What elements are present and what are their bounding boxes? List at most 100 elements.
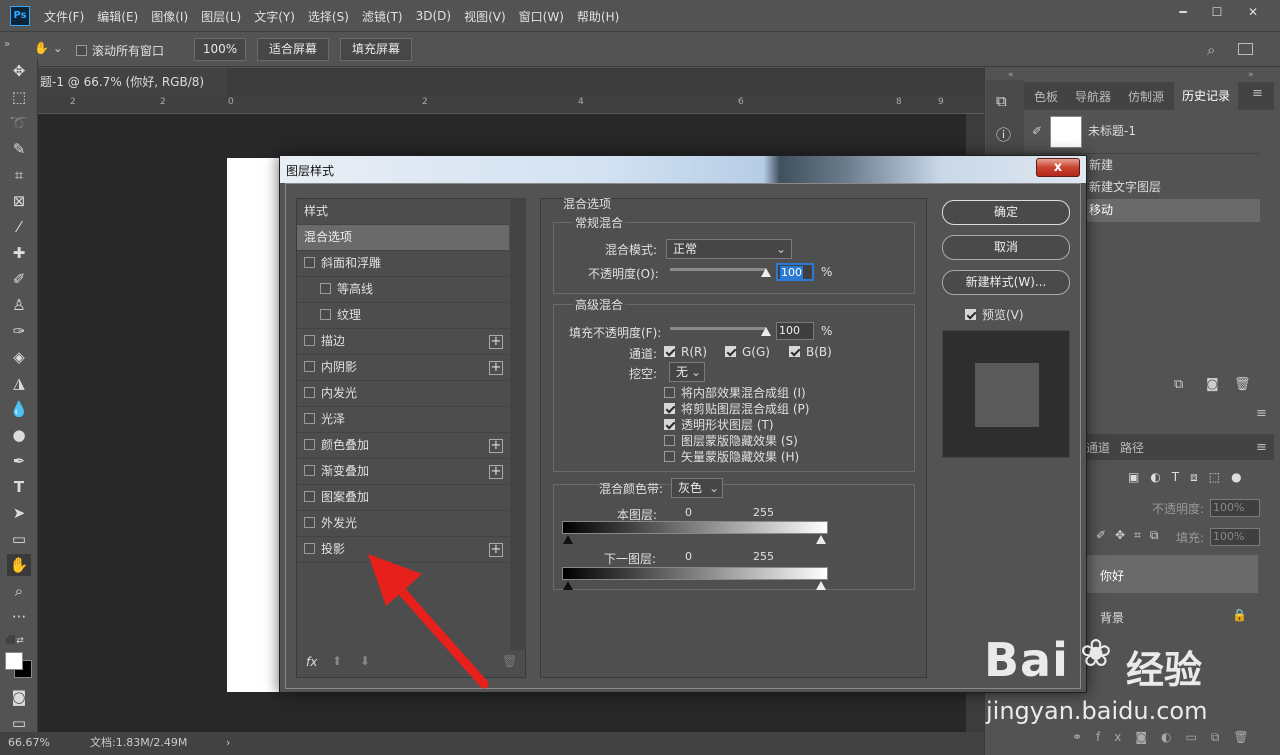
delete-state-icon[interactable]: 🗑 (1234, 377, 1251, 392)
style-item[interactable]: 混合选项 (297, 225, 509, 251)
history-brush-source-icon[interactable]: ✐ (1032, 124, 1042, 138)
fit-screen-button[interactable]: 适合屏幕 (257, 38, 329, 61)
style-item[interactable]: 描边 + (297, 329, 509, 355)
snapshot-camera-icon[interactable]: ◙ (1206, 377, 1219, 392)
history-brush-icon[interactable]: ✑ (7, 320, 31, 342)
zoom-100-button[interactable]: 100% (194, 38, 246, 61)
panel-menu-icon[interactable]: ≡ (1252, 86, 1263, 101)
stamp-tool-icon[interactable]: ♙ (7, 294, 31, 316)
hand-tool-preset-icon[interactable]: ✋ ⌄ (34, 41, 63, 55)
tab-navigator[interactable]: 导航器 (1075, 88, 1111, 105)
frame-tool-icon[interactable]: ⊠ (7, 190, 31, 212)
add-effect-icon[interactable]: + (489, 335, 503, 349)
fill-screen-button[interactable]: 填充屏幕 (340, 38, 412, 61)
style-list-scrollbar[interactable] (510, 198, 526, 650)
style-item-checkbox[interactable] (304, 387, 315, 398)
3d-panel-icon[interactable]: ⧉ (996, 92, 1007, 110)
expand-panels-icon[interactable]: » (1248, 70, 1254, 80)
quick-select-tool-icon[interactable]: ✎ (7, 138, 31, 160)
style-item[interactable]: 渐变叠加 + (297, 459, 509, 485)
brush-tool-icon[interactable]: ✐ (7, 268, 31, 290)
layer-fill-input[interactable]: 100% (1210, 528, 1260, 546)
fill-opacity-slider-thumb[interactable] (761, 327, 771, 336)
move-tool-icon[interactable]: ✥ (7, 60, 31, 82)
style-item[interactable]: 外发光 (297, 511, 509, 537)
healing-brush-icon[interactable]: ✚ (7, 242, 31, 264)
swap-colors-icon[interactable]: ⬛⇄ (5, 636, 24, 646)
dodge-tool-icon[interactable]: ● (7, 424, 31, 446)
rectangle-tool-icon[interactable]: ▭ (7, 528, 31, 550)
style-item-checkbox[interactable] (320, 283, 331, 294)
under-layer-white-thumb[interactable] (816, 581, 826, 590)
layer-row-selected[interactable]: 你好 (1086, 555, 1258, 593)
maximize-icon[interactable]: ☐ (1200, 0, 1234, 24)
info-icon[interactable]: ⓘ (996, 124, 1011, 145)
ok-button[interactable]: 确定 (942, 200, 1070, 225)
add-effect-icon[interactable]: + (489, 439, 503, 453)
menu-type[interactable]: 文字(Y) (254, 8, 295, 25)
tab-clone-source[interactable]: 仿制源 (1128, 88, 1164, 105)
foreground-color-swatch[interactable] (5, 652, 23, 670)
layer-lock-icons[interactable]: ✐✥⌗⧉ (1096, 528, 1167, 543)
style-item[interactable]: 等高线 (297, 277, 509, 303)
panel-menu-icon[interactable]: ≡ (1256, 406, 1267, 421)
style-item[interactable]: 斜面和浮雕 (297, 251, 509, 277)
menu-window[interactable]: 窗口(W) (519, 8, 564, 25)
channel-g-checkbox[interactable]: G(G) (725, 345, 770, 359)
crop-tool-icon[interactable]: ⌗ (7, 164, 31, 186)
style-item-checkbox[interactable] (304, 543, 315, 554)
fill-opacity-slider[interactable] (670, 327, 766, 330)
quick-mask-icon[interactable]: ◙ (7, 686, 31, 708)
eraser-tool-icon[interactable]: ◈ (7, 346, 31, 368)
advanced-option-checkbox[interactable]: 透明形状图层 (T) (664, 416, 774, 433)
delete-effect-icon[interactable]: 🗑 (502, 654, 517, 668)
lasso-tool-icon[interactable]: ➰ (7, 112, 31, 134)
cancel-button[interactable]: 取消 (942, 235, 1070, 260)
history-snapshot-label[interactable]: 未标题-1 (1088, 120, 1136, 143)
style-item-checkbox[interactable] (304, 465, 315, 476)
history-snapshot-thumbnail[interactable] (1050, 116, 1082, 148)
layer-opacity-input[interactable]: 100% (1210, 499, 1260, 517)
preview-checkbox[interactable]: 预览(V) (965, 306, 1024, 323)
zoom-tool-icon[interactable]: ⌕ (7, 580, 31, 602)
opacity-slider-thumb[interactable] (761, 268, 771, 277)
dialog-titlebar[interactable]: 图层样式 x (280, 156, 1086, 183)
move-up-icon[interactable]: ⬆ (332, 654, 342, 668)
collapse-panels-icon[interactable]: « (1008, 70, 1014, 80)
style-item-checkbox[interactable] (304, 257, 315, 268)
advanced-option-checkbox[interactable]: 将剪贴图层混合成组 (P) (664, 400, 809, 417)
more-tools-icon[interactable]: ··· (7, 606, 31, 628)
under-layer-black-thumb[interactable] (563, 581, 573, 590)
blend-if-select[interactable]: 灰色 ⌄ (671, 478, 723, 498)
tab-paths[interactable]: 路径 (1120, 439, 1144, 456)
menu-help[interactable]: 帮助(H) (577, 8, 619, 25)
layer-filter-icons[interactable]: ▣◐T⧈⬚● (1128, 470, 1253, 485)
style-item[interactable]: 内发光 (297, 381, 509, 407)
menu-view[interactable]: 视图(V) (464, 8, 506, 25)
add-effect-icon[interactable]: + (489, 465, 503, 479)
type-tool-icon[interactable]: T (7, 476, 31, 498)
menu-3d[interactable]: 3D(D) (416, 9, 451, 23)
marquee-tool-icon[interactable]: ⬚ (7, 86, 31, 108)
dialog-close-button[interactable]: x (1036, 158, 1080, 177)
status-arrow-icon[interactable]: › (226, 732, 230, 754)
close-window-icon[interactable]: ✕ (1236, 0, 1270, 24)
eyedropper-tool-icon[interactable]: ⁄ (7, 216, 31, 238)
opacity-slider[interactable] (670, 268, 766, 271)
collapse-icon[interactable]: » (4, 39, 10, 50)
this-layer-black-thumb[interactable] (563, 535, 573, 544)
menu-file[interactable]: 文件(F) (44, 8, 84, 25)
tab-swatches[interactable]: 色板 (1034, 88, 1058, 105)
blend-mode-select[interactable]: 正常 ⌄ (666, 239, 792, 259)
style-item-checkbox[interactable] (304, 491, 315, 502)
menu-filter[interactable]: 滤镜(T) (362, 8, 403, 25)
screen-mode-icon[interactable]: ▭ (7, 712, 31, 734)
menu-select[interactable]: 选择(S) (308, 8, 349, 25)
style-item-checkbox[interactable] (304, 361, 315, 372)
channel-b-checkbox[interactable]: B(B) (789, 345, 832, 359)
style-item-checkbox[interactable] (304, 335, 315, 346)
blur-tool-icon[interactable]: 💧 (7, 398, 31, 420)
style-item-checkbox[interactable] (320, 309, 331, 320)
tab-channels[interactable]: 通道 (1086, 439, 1110, 456)
this-layer-white-thumb[interactable] (816, 535, 826, 544)
